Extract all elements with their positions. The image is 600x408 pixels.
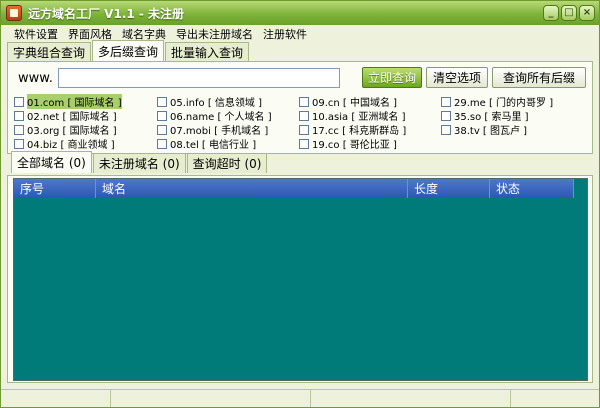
checkbox[interactable] [157,110,167,121]
status-cell [311,390,511,407]
suffix-com[interactable]: 01.com [ 国际域名 ] [14,94,122,109]
checkbox[interactable] [157,124,167,135]
menu-bar: 软件设置 界面风格 域名字典 导出未注册域名 注册软件 [1,25,599,42]
suffix-tv[interactable]: 38.tv [ 图瓦卢 ] [441,122,527,137]
suffix-co[interactable]: 19.co [ 哥伦比亚 ] [299,136,397,151]
suffix-tel[interactable]: 08.tel [ 电信行业 ] [157,136,256,151]
tab-query-timeout[interactable]: 查询超时 (0) [186,153,268,173]
tab-batch-input[interactable]: 批量输入查询 [165,42,250,62]
result-tabs: 全部域名 (0) 未注册域名 (0) 查询超时 (0) [11,151,268,173]
tab-multi-suffix[interactable]: 多后缀查询 [92,40,165,62]
multi-suffix-panel: www. 立即查询 清空选项 查询所有后缀 01.com [ 国际域名 ] 02… [7,61,593,154]
status-cell [1,390,111,407]
suffix-mobi[interactable]: 07.mobi [ 手机域名 ] [157,122,268,137]
checkbox[interactable] [299,96,309,107]
checkbox[interactable] [441,110,451,121]
results-list[interactable]: 序号 域名 长度 状态 [13,178,588,381]
list-header: 序号 域名 长度 状态 [14,179,574,198]
checkbox[interactable] [299,138,309,149]
main-window: 远方域名工厂 V1.1 - 未注册 _ □ × 软件设置 界面风格 域名字典 导… [0,0,600,408]
tab-dictionary-combo[interactable]: 字典组合查询 [7,42,92,62]
window-title: 远方域名工厂 V1.1 - 未注册 [28,6,185,21]
results-panel: 序号 域名 长度 状态 [7,175,593,383]
tab-all-domains[interactable]: 全部域名 (0) [11,151,92,173]
column-header-index[interactable]: 序号 [14,179,96,198]
checkbox[interactable] [299,124,309,135]
domain-input[interactable] [58,68,340,88]
checkbox[interactable] [299,110,309,121]
menu-export[interactable]: 导出未注册域名 [171,26,258,42]
query-tabs: 字典组合查询 多后缀查询 批量输入查询 [7,40,250,62]
suffix-info[interactable]: 05.info [ 信息领域 ] [157,94,262,109]
suffix-org[interactable]: 03.org [ 国际域名 ] [14,122,117,137]
checkbox[interactable] [14,124,24,135]
checkbox[interactable] [14,110,24,121]
menu-register[interactable]: 注册软件 [258,26,312,42]
query-now-button[interactable]: 立即查询 [362,67,422,88]
checkbox[interactable] [157,96,167,107]
suffix-cn[interactable]: 09.cn [ 中国域名 ] [299,94,397,109]
tab-unregistered-domains[interactable]: 未注册域名 (0) [92,153,186,173]
www-label: www. [18,71,53,86]
suffix-me[interactable]: 29.me [ 门的内哥罗 ] [441,94,553,109]
checkbox[interactable] [14,138,24,149]
checkbox[interactable] [441,124,451,135]
status-bar [1,389,599,407]
status-cell [111,390,311,407]
suffix-cc[interactable]: 17.cc [ 科克斯群岛 ] [299,122,406,137]
column-header-status[interactable]: 状态 [490,179,574,198]
app-logo-icon [6,5,22,21]
suffix-biz[interactable]: 04.biz [ 商业领域 ] [14,136,115,151]
status-cell [511,390,597,407]
clear-options-button[interactable]: 清空选项 [426,67,488,88]
checkbox[interactable] [14,96,24,107]
title-bar[interactable]: 远方域名工厂 V1.1 - 未注册 _ □ × [1,1,599,25]
checkbox[interactable] [441,96,451,107]
close-button[interactable]: × [579,5,595,21]
suffix-net[interactable]: 02.net [ 国际域名 ] [14,108,117,123]
menu-settings[interactable]: 软件设置 [9,26,63,42]
suffix-so[interactable]: 35.so [ 索马里 ] [441,108,529,123]
suffix-name[interactable]: 06.name [ 个人域名 ] [157,108,272,123]
checkbox[interactable] [157,138,167,149]
maximize-button[interactable]: □ [561,5,577,21]
column-header-length[interactable]: 长度 [408,179,490,198]
minimize-button[interactable]: _ [543,5,559,21]
suffix-asia[interactable]: 10.asia [ 亚洲域名 ] [299,108,406,123]
query-all-suffixes-button[interactable]: 查询所有后缀 [492,67,586,88]
column-header-domain[interactable]: 域名 [96,179,408,198]
